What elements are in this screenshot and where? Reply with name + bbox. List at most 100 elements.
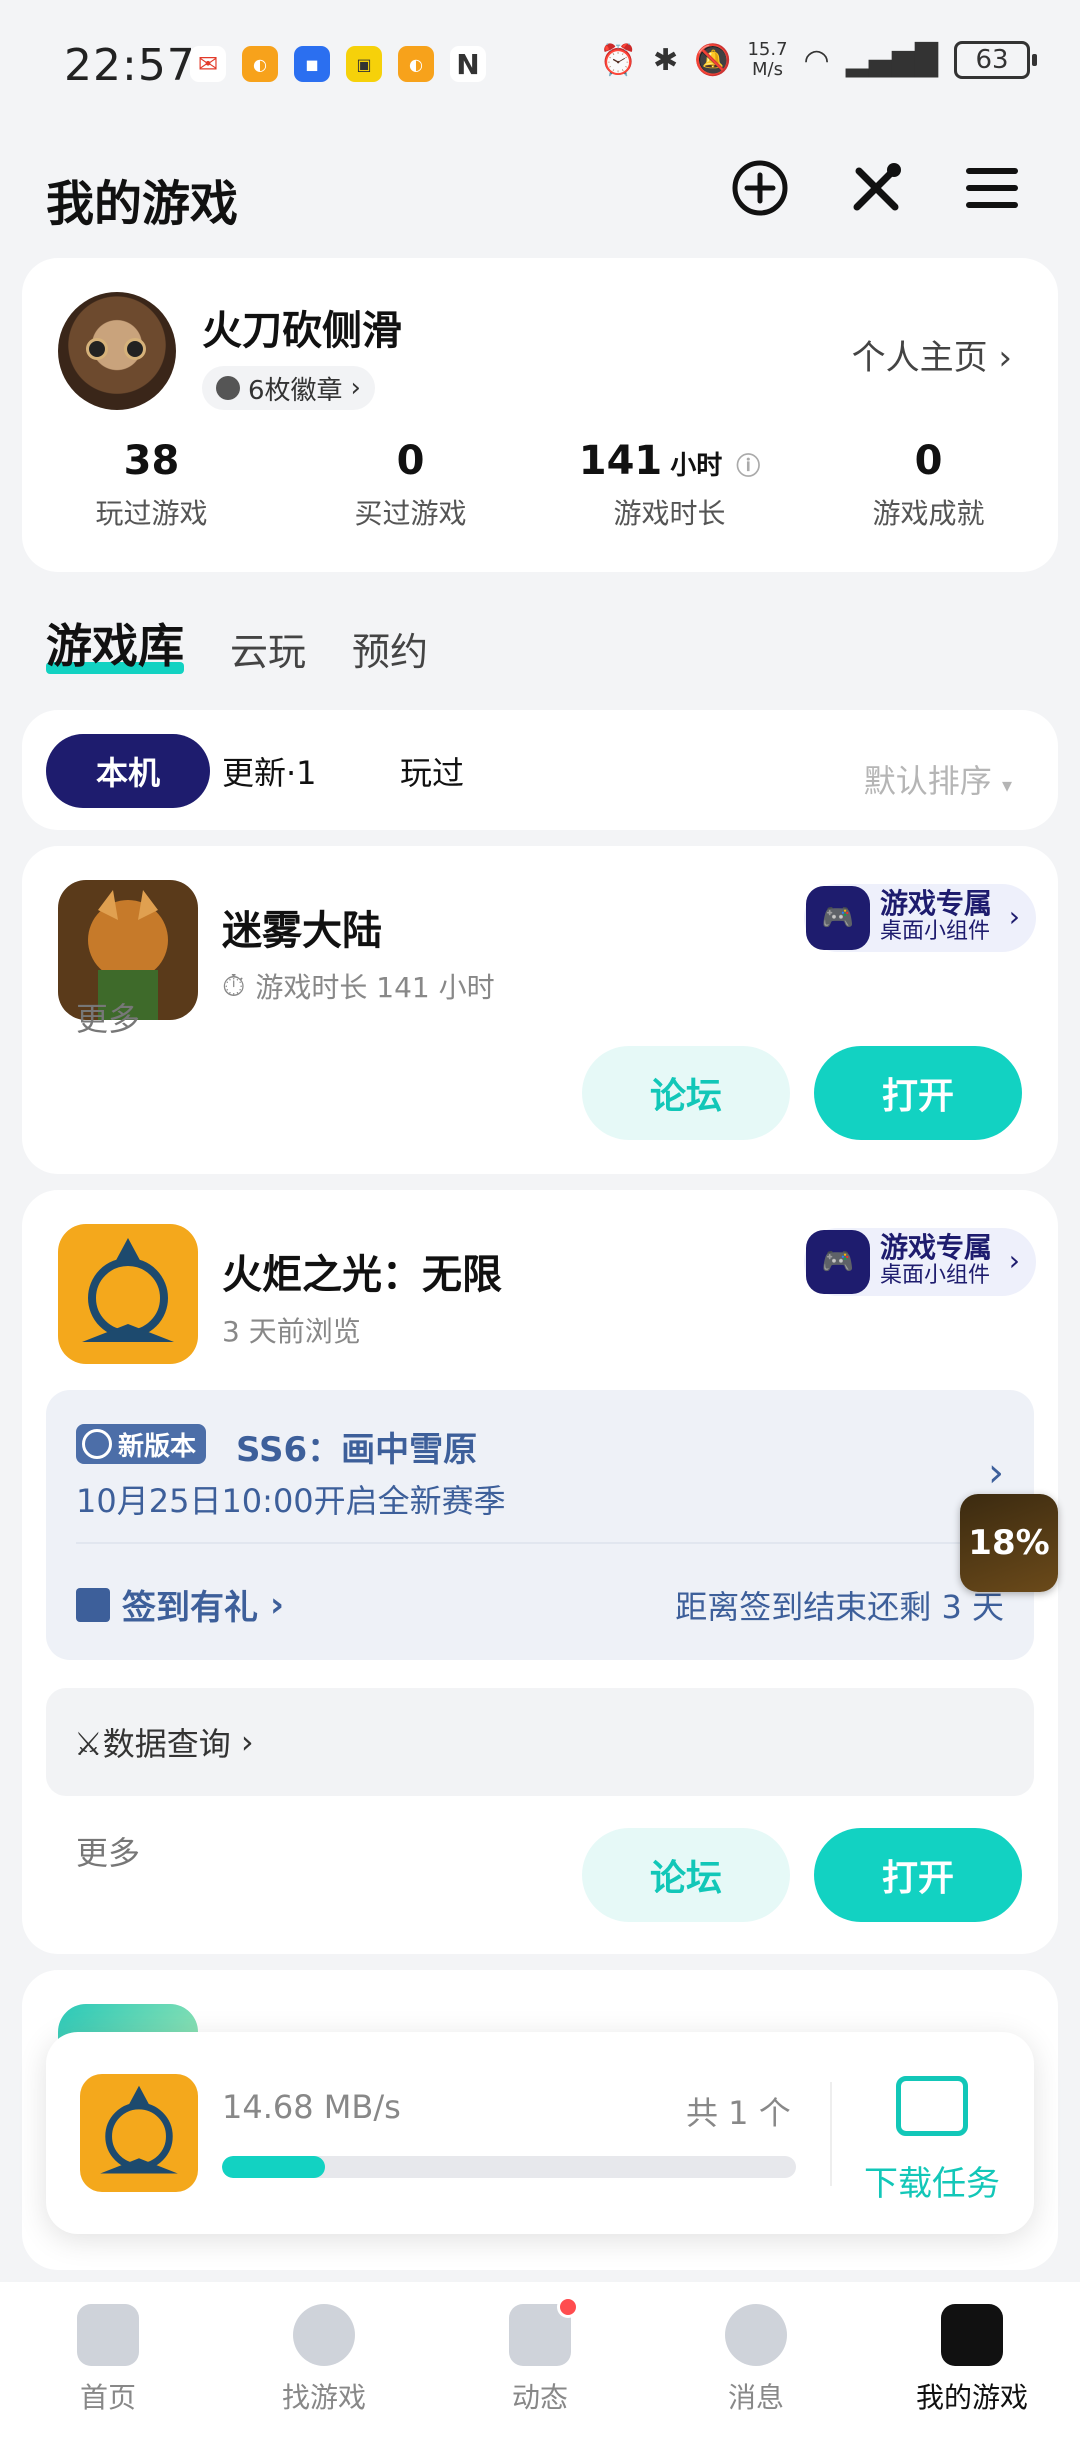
chevron-right-icon: › (998, 338, 1012, 378)
game-playtime: ⏱ 游戏时长 141 小时 (222, 968, 495, 1005)
info-icon: ⓘ (736, 452, 761, 480)
add-button[interactable] (728, 156, 792, 220)
avatar[interactable] (58, 292, 176, 410)
tab-cloud[interactable]: 云玩 (230, 621, 306, 676)
downloading-game-icon (80, 2074, 198, 2192)
badge-label: 6枚徽章 (248, 375, 343, 406)
game-card: 迷雾大陆 ⏱ 游戏时长 141 小时 🎮 游戏专属 桌面小组件 › 更多 论坛 … (22, 846, 1058, 1174)
gamepad-icon (941, 2304, 1003, 2366)
game-last-viewed: 3 天前浏览 (222, 1315, 361, 1348)
homepage-link[interactable]: 个人主页 › (852, 330, 1012, 379)
status-time: 22:57 (64, 40, 196, 91)
mail-app-icon: ✉ (190, 46, 226, 82)
more-link[interactable]: 更多 (76, 994, 140, 1040)
chevron-right-icon: › (1008, 1244, 1020, 1277)
download-task-label[interactable]: 下载任务 (864, 2156, 1000, 2205)
planet-icon (293, 2304, 355, 2366)
stat-playtime[interactable]: 141 小时 ⓘ 游戏时长 (540, 438, 799, 532)
forum-button[interactable]: 论坛 (582, 1046, 790, 1140)
wifi-icon: ◠ (803, 42, 830, 78)
gift-icon (76, 1587, 110, 1622)
refresh-icon (82, 1429, 112, 1459)
hamburger-icon (966, 168, 1018, 208)
filter-bar: 本机 更新·1 玩过 默认排序 ▾ (22, 710, 1058, 830)
taptap-app-icon-2: ◐ (398, 46, 434, 82)
menu-button[interactable] (960, 156, 1024, 220)
new-version-tag: 新版本 (76, 1424, 207, 1464)
divider (830, 2082, 832, 2186)
game-name: 火炬之光：无限 (222, 1252, 502, 1298)
news-panel[interactable]: 新版本 SS6：画中雪原 10月25日10:00开启全新赛季 › 签到有礼 › … (46, 1390, 1034, 1660)
chip-played[interactable]: 玩过 (400, 734, 464, 808)
username: 火刀砍侧滑 (202, 308, 402, 354)
game-icon[interactable] (58, 1224, 198, 1364)
data-query-link[interactable]: ⚔数据查询 › (46, 1688, 1034, 1796)
download-task-icon[interactable] (896, 2076, 968, 2136)
yellow-app-icon: ▣ (346, 46, 382, 82)
nav-feed[interactable]: 动态 (432, 2282, 648, 2438)
open-button[interactable]: 打开 (814, 1828, 1022, 1922)
game-name: 迷雾大陆 (222, 908, 382, 954)
download-speed: 14.68 MB/s (222, 2088, 401, 2126)
floating-progress-badge[interactable]: 18% (960, 1494, 1058, 1592)
caret-down-icon: ▾ (1001, 773, 1012, 797)
status-bar: 22:57 ✉ ◐ ◼ ▣ ◐ N ⏰ ✱ 🔕 15.7 M/s ◠ ▂▄▆█ … (0, 0, 1080, 130)
medal-icon (216, 376, 240, 400)
home-icon (77, 2304, 139, 2366)
widget-button[interactable]: 🎮 游戏专属 桌面小组件 › (804, 1228, 1036, 1296)
gamepad-icon: 🎮 (806, 1230, 870, 1294)
widget-button[interactable]: 🎮 游戏专属 桌面小组件 › (804, 884, 1036, 952)
chevron-right-icon: › (350, 373, 361, 403)
open-button[interactable]: 打开 (814, 1046, 1022, 1140)
nav-home[interactable]: 首页 (0, 2282, 216, 2438)
library-tabs: 游戏库 云玩 预约 (46, 610, 428, 676)
taptap-app-icon: ◐ (242, 46, 278, 82)
news-title: SS6：画中雪原 (236, 1430, 478, 1470)
tab-reserve[interactable]: 预约 (352, 621, 428, 676)
bottom-nav: 首页 找游戏 动态 消息 我的游戏 (0, 2282, 1080, 2438)
mute-icon: 🔕 (694, 42, 732, 78)
stat-played[interactable]: 38 玩过游戏 (22, 438, 281, 532)
chevron-right-icon: › (240, 1723, 254, 1761)
gamepad-icon: 🎮 (806, 886, 870, 950)
profile-card: 火刀砍侧滑 6枚徽章 › 个人主页 › 38 玩过游戏 0 买过游戏 141 小时… (22, 258, 1058, 572)
download-panel[interactable]: 14.68 MB/s 共 1 个 下载任务 (46, 2032, 1034, 2234)
nav-messages[interactable]: 消息 (648, 2282, 864, 2438)
game-card: 火炬之光：无限 3 天前浏览 🎮 游戏专属 桌面小组件 › 新版本 SS6：画中… (22, 1190, 1058, 1954)
chevron-right-icon: › (270, 1584, 285, 1625)
more-link[interactable]: 更多 (76, 1828, 140, 1874)
tab-library[interactable]: 游戏库 (46, 610, 184, 676)
news-date: 10月25日10:00开启全新赛季 (76, 1482, 506, 1520)
tools-button[interactable] (844, 156, 908, 220)
sort-dropdown[interactable]: 默认排序 ▾ (864, 756, 1012, 802)
nav-my-games[interactable]: 我的游戏 (864, 2282, 1080, 2438)
sign-remaining: 距离签到结束还剩 3 天 (675, 1588, 1004, 1626)
chip-local[interactable]: 本机 (46, 734, 210, 808)
feed-icon (509, 2296, 579, 2366)
stat-achievements[interactable]: 0 游戏成就 (799, 438, 1058, 532)
tools-icon (853, 163, 901, 211)
plus-circle-icon (732, 160, 788, 216)
nfc-icon: N (450, 46, 486, 82)
stopwatch-icon: ⏱ (222, 968, 246, 1004)
stat-bought[interactable]: 0 买过游戏 (281, 438, 540, 532)
nav-find-games[interactable]: 找游戏 (216, 2282, 432, 2438)
badge-button[interactable]: 6枚徽章 › (202, 366, 375, 410)
notification-dot (557, 2296, 579, 2318)
blue-app-icon: ◼ (294, 46, 330, 82)
chat-icon (725, 2304, 787, 2366)
battery-icon: 63 (954, 41, 1037, 79)
chevron-right-icon[interactable]: › (988, 1450, 1004, 1496)
signal-icon: ▂▄▆█ (845, 42, 938, 78)
divider (76, 1542, 1004, 1544)
sign-in-link[interactable]: 签到有礼 › (76, 1580, 284, 1629)
bluetooth-icon: ✱ (652, 42, 679, 78)
download-progress-fill (222, 2156, 326, 2178)
chip-updates[interactable]: 更新·1 (222, 734, 317, 808)
page-header: 我的游戏 (0, 140, 1080, 240)
chevron-right-icon: › (1008, 900, 1020, 933)
download-count: 共 1 个 (686, 2094, 791, 2132)
page-title: 我的游戏 (46, 176, 239, 232)
network-speed: 15.7 M/s (747, 39, 788, 80)
forum-button[interactable]: 论坛 (582, 1828, 790, 1922)
